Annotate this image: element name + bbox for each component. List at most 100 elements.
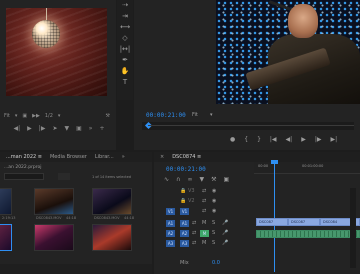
media-thumbnail[interactable]: [0, 188, 12, 215]
sync-lock-icon[interactable]: ⇄: [192, 240, 196, 246]
media-thumbnail[interactable]: [34, 224, 74, 251]
step-back-icon[interactable]: ◀|: [286, 136, 293, 143]
camera-icon[interactable]: ▣: [76, 125, 82, 132]
chevron-down-icon[interactable]: ▾: [15, 113, 18, 119]
source-patch-a3[interactable]: A3: [166, 240, 175, 247]
overwrite-icon[interactable]: ▼: [64, 125, 69, 132]
mark-out-icon[interactable]: }: [257, 136, 261, 143]
source-settings-row: Fit ▾ ▣ ▶▶ 1/2 ▾ ⚒: [4, 112, 114, 120]
selection-tool-icon[interactable]: ⇢: [117, 0, 133, 11]
slip-icon[interactable]: |↔|: [117, 44, 133, 55]
captions-icon[interactable]: ▣: [223, 176, 229, 183]
media-thumbnail[interactable]: [34, 188, 74, 215]
mic-icon[interactable]: 🎤: [222, 220, 228, 226]
type-tool-icon[interactable]: T: [117, 77, 133, 88]
video-clip[interactable]: DSC087: [256, 218, 288, 226]
more-icon[interactable]: »: [122, 154, 125, 160]
track-target-v1[interactable]: V1: [180, 208, 189, 215]
hand-tool-icon[interactable]: ✋: [117, 66, 133, 77]
timeline-panel: × DSC0874 ≡ 00:00:21:00 ∿ ∩ ∞ ▼ ⚒ ▣ 00:0…: [154, 152, 360, 274]
mute-toggle[interactable]: M: [202, 220, 206, 226]
source-patch-a1[interactable]: A1: [166, 220, 175, 227]
solo-toggle[interactable]: S: [212, 230, 215, 236]
media-thumbnail[interactable]: [92, 188, 132, 215]
mix-value[interactable]: 0.0: [212, 260, 220, 266]
chevron-down-icon[interactable]: ▾: [210, 112, 213, 118]
video-clip[interactable]: DSC087: [288, 218, 320, 226]
more-icon[interactable]: »: [89, 125, 93, 132]
eye-icon[interactable]: ◉: [212, 198, 216, 204]
export-frame-icon[interactable]: ▣: [22, 113, 27, 119]
lock-icon[interactable]: 🔒: [180, 188, 186, 194]
razor-icon[interactable]: ◇: [117, 33, 133, 44]
source-patch-v1[interactable]: V1: [166, 208, 175, 215]
timeline-ruler[interactable]: 00:00 00:01:00:00: [254, 160, 360, 272]
track-target-a2[interactable]: A2: [180, 230, 189, 237]
step-icon[interactable]: ▶▶: [32, 113, 40, 119]
source-patch-a2[interactable]: A2: [166, 230, 175, 237]
insert-icon[interactable]: ➤: [52, 125, 57, 132]
program-zoom-select[interactable]: Fit: [192, 112, 198, 118]
solo-toggle[interactable]: S: [212, 240, 215, 246]
tab-project[interactable]: ...man 2022 ≡: [6, 154, 42, 160]
media-thumbnail-selected[interactable]: [0, 224, 12, 251]
step-forward-icon[interactable]: |▶: [315, 136, 322, 143]
eye-icon[interactable]: ◉: [212, 188, 216, 194]
scrubber-track: [148, 125, 354, 126]
pen-tool-icon[interactable]: ✒: [117, 55, 133, 66]
go-to-out-icon[interactable]: ▶|: [330, 136, 337, 143]
mic-icon[interactable]: 🎤: [222, 230, 228, 236]
source-video-frame[interactable]: [6, 8, 107, 96]
source-zoom-select[interactable]: Fit: [4, 113, 10, 119]
timeline-vertical-scrollbar[interactable]: [350, 188, 356, 268]
mute-toggle[interactable]: M: [202, 240, 206, 246]
step-forward-icon[interactable]: |▶: [39, 125, 46, 132]
solo-toggle[interactable]: S: [212, 220, 215, 226]
timeline-timecode[interactable]: 00:00:21:00: [166, 166, 206, 173]
go-to-in-icon[interactable]: |◀: [270, 136, 277, 143]
sync-lock-icon[interactable]: ⇄: [202, 188, 206, 194]
program-scrubber[interactable]: [142, 121, 354, 130]
mic-icon[interactable]: 🎤: [222, 240, 228, 246]
tab-library[interactable]: Librar...: [95, 154, 114, 160]
snap-icon[interactable]: ∿: [164, 176, 169, 183]
project-footer: [0, 264, 152, 274]
linked-selection-icon[interactable]: ∞: [187, 176, 192, 183]
chevron-down-icon[interactable]: ▾: [58, 113, 61, 119]
track-target-a1[interactable]: A1: [180, 220, 189, 227]
sync-lock-icon[interactable]: ⇄: [202, 208, 206, 214]
playhead-handle[interactable]: [271, 160, 278, 164]
step-back-icon[interactable]: ◀|: [14, 125, 21, 132]
eye-icon[interactable]: ◉: [212, 208, 216, 214]
play-icon[interactable]: ▶: [27, 125, 32, 132]
bin-icon[interactable]: [58, 173, 70, 180]
search-input[interactable]: [4, 173, 44, 180]
track-target-a3[interactable]: A3: [180, 240, 189, 247]
thumb-caption: 44:18: [66, 216, 77, 220]
program-timecode[interactable]: 00:00:21:00: [146, 112, 186, 119]
thumb-caption: DSC0843.MOV: [94, 216, 120, 220]
mute-toggle-active[interactable]: M: [200, 230, 209, 237]
close-icon[interactable]: ×: [160, 154, 164, 160]
track-select-icon[interactable]: ⇥: [117, 11, 133, 22]
timeline-playhead[interactable]: [274, 160, 275, 272]
marker-icon[interactable]: ●: [230, 136, 235, 143]
sync-lock-icon[interactable]: ⇄: [192, 230, 196, 236]
thumb-caption: DSC0843.MOV: [36, 216, 62, 220]
marker-icon[interactable]: ▼: [199, 176, 204, 183]
play-icon[interactable]: ▶: [301, 136, 306, 143]
wrench-icon[interactable]: ⚒: [211, 176, 216, 183]
lock-icon[interactable]: 🔒: [180, 198, 186, 204]
ripple-edit-icon[interactable]: ⟷: [117, 22, 133, 33]
program-video-frame[interactable]: [216, 0, 360, 104]
tab-sequence[interactable]: DSC0874 ≡: [172, 154, 201, 160]
source-fraction[interactable]: 1/2: [45, 113, 53, 119]
media-thumbnail[interactable]: [92, 224, 132, 251]
mark-in-icon[interactable]: {: [244, 136, 248, 143]
magnet-icon[interactable]: ∩: [176, 176, 180, 183]
sync-lock-icon[interactable]: ⇄: [192, 220, 196, 226]
sync-lock-icon[interactable]: ⇄: [202, 198, 206, 204]
wrench-icon[interactable]: ⚒: [106, 113, 110, 119]
add-button-icon[interactable]: +: [99, 125, 104, 132]
tab-media-browser[interactable]: Media Browser: [50, 154, 87, 160]
